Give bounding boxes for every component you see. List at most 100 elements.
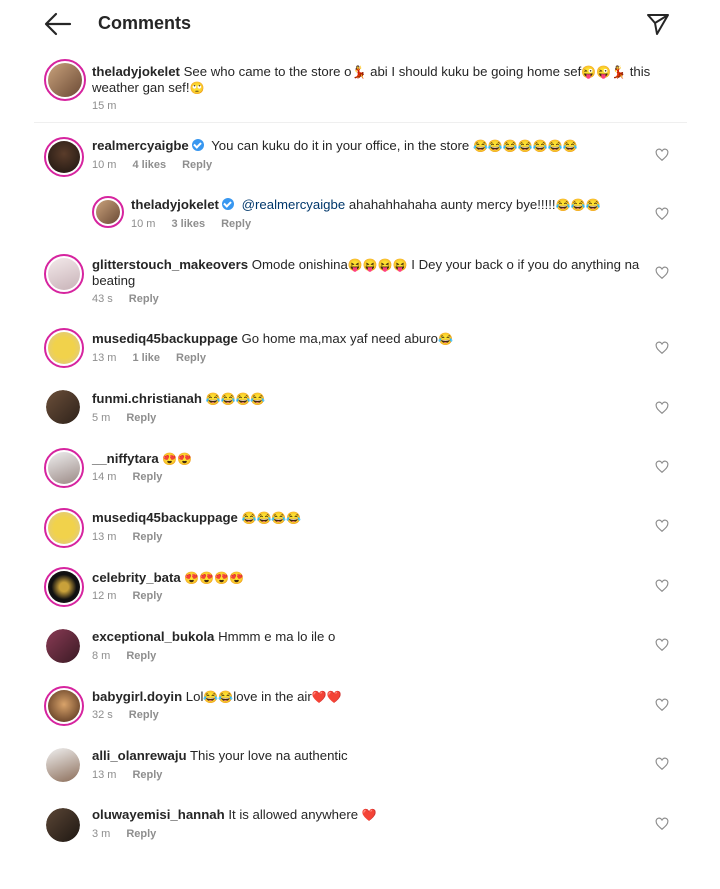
username[interactable]: theladyjokelet (92, 64, 180, 79)
avatar[interactable] (46, 748, 80, 782)
heart-outline-icon[interactable] (655, 341, 669, 355)
emoji: 😝😝😝😝 (347, 258, 408, 272)
paper-plane-icon[interactable] (646, 12, 670, 36)
timestamp: 32 s (92, 709, 113, 721)
emoji: 😂😂😂😂😂😂😂 (472, 139, 578, 153)
timestamp: 43 s (92, 293, 113, 305)
comment-text: exceptional_bukola Hmmm e ma lo ile o (92, 629, 652, 645)
reply-button[interactable]: Reply (132, 531, 162, 543)
reply-button[interactable]: Reply (132, 769, 162, 781)
emoji: 😂😂😂😂 (241, 511, 302, 525)
likes-count[interactable]: 1 like (132, 352, 160, 364)
emoji: 😍😍 (162, 452, 193, 466)
comment-text: musediq45backuppage Go home ma,max yaf n… (92, 331, 652, 347)
caption-text: abi I should kuku be going home sef (366, 64, 582, 79)
heart-outline-icon[interactable] (655, 148, 669, 162)
username[interactable]: realmercyaigbe (92, 138, 189, 153)
comment-body: Lol (185, 689, 204, 704)
heart-outline-icon[interactable] (655, 757, 669, 771)
username[interactable]: musediq45backuppage (92, 510, 238, 525)
username[interactable]: oluwayemisi_hannah (92, 807, 225, 822)
timestamp: 5 m (92, 412, 111, 424)
avatar[interactable] (46, 629, 80, 663)
likes-count[interactable]: 4 likes (132, 159, 166, 171)
heart-outline-icon[interactable] (655, 817, 669, 831)
username[interactable]: celebrity_bata (92, 570, 181, 585)
username[interactable]: musediq45backuppage (92, 331, 238, 346)
avatar[interactable] (44, 686, 84, 726)
avatar[interactable] (44, 137, 84, 177)
back-arrow-icon[interactable] (44, 11, 72, 37)
username[interactable]: theladyjokelet (131, 197, 219, 212)
timestamp: 10 m (92, 159, 117, 171)
avatar[interactable] (44, 328, 84, 368)
heart-outline-icon[interactable] (655, 460, 669, 474)
username[interactable]: funmi.christianah (92, 391, 202, 406)
post-caption: theladyjokelet See who came to the store… (92, 64, 682, 96)
reply-button[interactable]: Reply (129, 293, 159, 305)
post-meta: 15 m (92, 100, 132, 112)
heart-outline-icon[interactable] (655, 638, 669, 652)
reply-button[interactable]: Reply (132, 471, 162, 483)
reply-button[interactable]: Reply (126, 828, 156, 840)
emoji: 🙄 (189, 81, 205, 95)
username[interactable]: alli_olanrewaju (92, 748, 187, 763)
likes-count[interactable]: 3 likes (171, 218, 205, 230)
username[interactable]: babygirl.doyin (92, 689, 182, 704)
heart-outline-icon[interactable] (655, 519, 669, 533)
avatar[interactable] (92, 196, 124, 228)
comment-meta: 3 m Reply (92, 828, 172, 840)
comment-meta: 12 m Reply (92, 590, 178, 602)
reply-button[interactable]: Reply (182, 159, 212, 171)
comment-body: Omode onishina (251, 257, 348, 272)
username[interactable]: __niffytara (92, 451, 159, 466)
emoji: 😂 (437, 332, 453, 346)
avatar[interactable] (44, 254, 84, 294)
avatar[interactable] (44, 59, 86, 101)
avatar[interactable] (44, 567, 84, 607)
emoji: 😍😍😍😍 (184, 571, 245, 585)
divider (34, 122, 687, 123)
reply-button[interactable]: Reply (176, 352, 206, 364)
comment-text: oluwayemisi_hannah It is allowed anywher… (92, 807, 652, 823)
emoji: 😂😂 (203, 690, 234, 704)
timestamp: 8 m (92, 650, 111, 662)
timestamp: 13 m (92, 769, 117, 781)
timestamp: 3 m (92, 828, 111, 840)
comment-text: funmi.christianah 😂😂😂😂 (92, 391, 652, 407)
comment-body: You can kuku do it in your office, in th… (211, 138, 473, 153)
comment-body: ahahahhahaha aunty mercy bye!!!!! (345, 197, 556, 212)
reply-button[interactable]: Reply (221, 218, 251, 230)
reply-button[interactable]: Reply (126, 650, 156, 662)
comment-text: musediq45backuppage 😂😂😂😂 (92, 510, 652, 526)
comment-meta: 14 m Reply (92, 471, 178, 483)
emoji: 😜😜💃 (581, 65, 627, 79)
avatar[interactable] (44, 448, 84, 488)
username[interactable]: glitterstouch_makeovers (92, 257, 248, 272)
username[interactable]: exceptional_bukola (92, 629, 214, 644)
mention-link[interactable]: @realmercyaigbe (242, 197, 346, 212)
heart-outline-icon[interactable] (655, 579, 669, 593)
reply-button[interactable]: Reply (126, 412, 156, 424)
avatar[interactable] (46, 808, 80, 842)
verified-badge-icon (191, 139, 204, 151)
heart-outline-icon[interactable] (655, 266, 669, 280)
heart-outline-icon[interactable] (655, 698, 669, 712)
avatar[interactable] (44, 508, 84, 548)
comment-meta: 32 s Reply (92, 709, 175, 721)
reply-button[interactable]: Reply (132, 590, 162, 602)
comment-meta: 10 m 3 likes Reply (131, 218, 267, 230)
timestamp: 13 m (92, 531, 117, 543)
comment-meta: 13 m Reply (92, 531, 178, 543)
avatar[interactable] (46, 390, 80, 424)
heart-outline-icon[interactable] (655, 207, 669, 221)
heart-outline-icon[interactable] (655, 401, 669, 415)
comment-body: I Dey your back o if you do anything na (407, 257, 640, 272)
comment-text: theladyjokelet @realmercyaigbe ahahahhah… (131, 197, 651, 213)
reply-button[interactable]: Reply (129, 709, 159, 721)
emoji: 💃 (351, 65, 367, 79)
timestamp: 13 m (92, 352, 117, 364)
comment-meta: 8 m Reply (92, 650, 172, 662)
emoji: ❤️❤️ (311, 690, 342, 704)
comment-meta: 43 s Reply (92, 293, 175, 305)
